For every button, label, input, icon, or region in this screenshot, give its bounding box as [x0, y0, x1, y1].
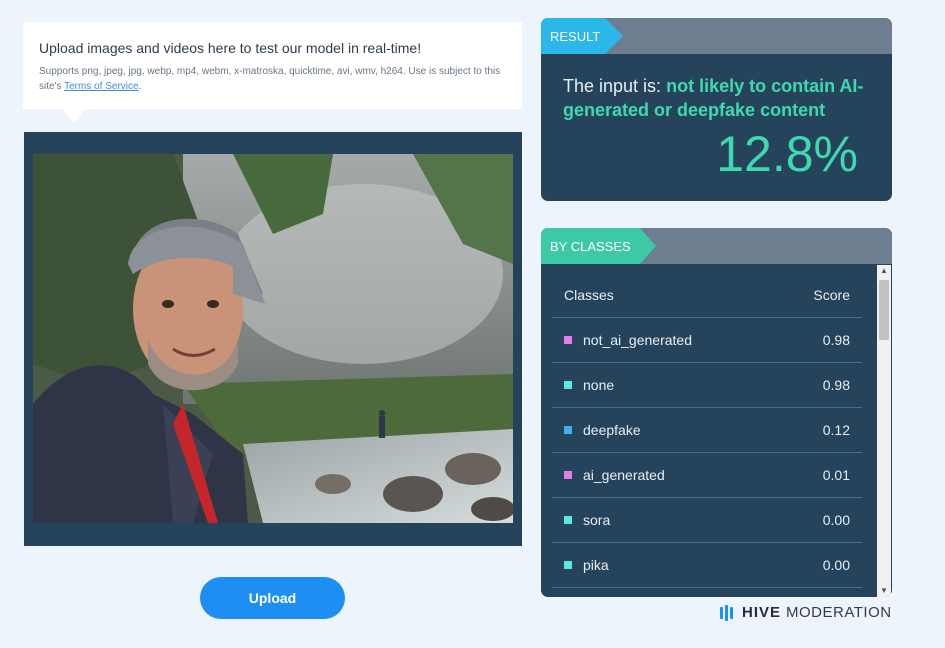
- table-row: not_ai_generated 0.98: [552, 318, 862, 363]
- class-score: 0.98: [822, 332, 850, 348]
- class-color-swatch: [564, 471, 572, 479]
- hive-moderation-logo: HIVE MODERATION: [720, 604, 892, 621]
- class-color-swatch: [564, 516, 572, 524]
- class-score: 0.00: [822, 512, 850, 528]
- subtitle-period: .: [138, 81, 142, 92]
- logo-product: MODERATION: [786, 604, 892, 621]
- classes-column-header: Classes: [564, 286, 614, 303]
- hive-logo-icon: [720, 604, 735, 621]
- upload-info-box: Upload images and videos here to test ou…: [23, 22, 522, 123]
- result-card-header: RESULT: [541, 18, 892, 54]
- by-classes-card: BY CLASSES Classes Score not_ai_generate…: [541, 228, 892, 597]
- photo-illustration: [33, 154, 513, 523]
- score-column-header: Score: [813, 286, 850, 303]
- result-statement: The input is: not likely to contain AI-g…: [563, 74, 873, 122]
- upload-button[interactable]: Upload: [200, 577, 345, 619]
- table-row: none 0.98: [552, 363, 862, 408]
- class-color-swatch: [564, 561, 572, 569]
- uploaded-photo: [33, 154, 513, 523]
- class-score: 0.00: [822, 557, 850, 573]
- upload-info-subtitle: Supports png, jpeg, jpg, webp, mp4, webm…: [39, 64, 506, 94]
- table-row: deepfake 0.12: [552, 408, 862, 453]
- classes-table-header: Classes Score: [552, 272, 862, 318]
- class-color-swatch: [564, 336, 572, 344]
- logo-brand: HIVE: [742, 604, 782, 621]
- result-prefix: The input is:: [563, 76, 662, 96]
- class-color-swatch: [564, 381, 572, 389]
- class-score: 0.98: [822, 377, 850, 393]
- class-name: ai_generated: [583, 467, 665, 483]
- result-card: RESULT The input is: not likely to conta…: [541, 18, 892, 201]
- upload-info-title: Upload images and videos here to test ou…: [39, 40, 422, 56]
- class-score: 0.12: [822, 422, 850, 438]
- class-color-swatch: [564, 426, 572, 434]
- scrollbar-thumb[interactable]: [879, 280, 889, 340]
- table-row: sora 0.00: [552, 498, 862, 543]
- class-name: pika: [583, 557, 609, 573]
- class-name: not_ai_generated: [583, 332, 692, 348]
- result-tag: RESULT: [541, 18, 623, 54]
- class-name: deepfake: [583, 422, 641, 438]
- by-classes-tag: BY CLASSES: [541, 228, 656, 264]
- table-row: ai_generated 0.01: [552, 453, 862, 498]
- class-name: none: [583, 377, 615, 393]
- class-name: sora: [583, 512, 611, 528]
- result-percentage: 12.8%: [716, 126, 858, 182]
- classes-table: Classes Score not_ai_generated 0.98 none…: [552, 272, 862, 588]
- scroll-down-arrow-icon[interactable]: ▼: [877, 585, 891, 597]
- table-row: pika 0.00: [552, 543, 862, 588]
- class-score: 0.01: [822, 467, 850, 483]
- scroll-up-arrow-icon[interactable]: ▲: [877, 265, 891, 277]
- image-preview-panel: [24, 132, 522, 546]
- by-classes-header: BY CLASSES: [541, 228, 892, 264]
- terms-of-service-link[interactable]: Terms of Service: [64, 81, 138, 92]
- classes-scrollbar[interactable]: ▲ ▼: [877, 265, 891, 597]
